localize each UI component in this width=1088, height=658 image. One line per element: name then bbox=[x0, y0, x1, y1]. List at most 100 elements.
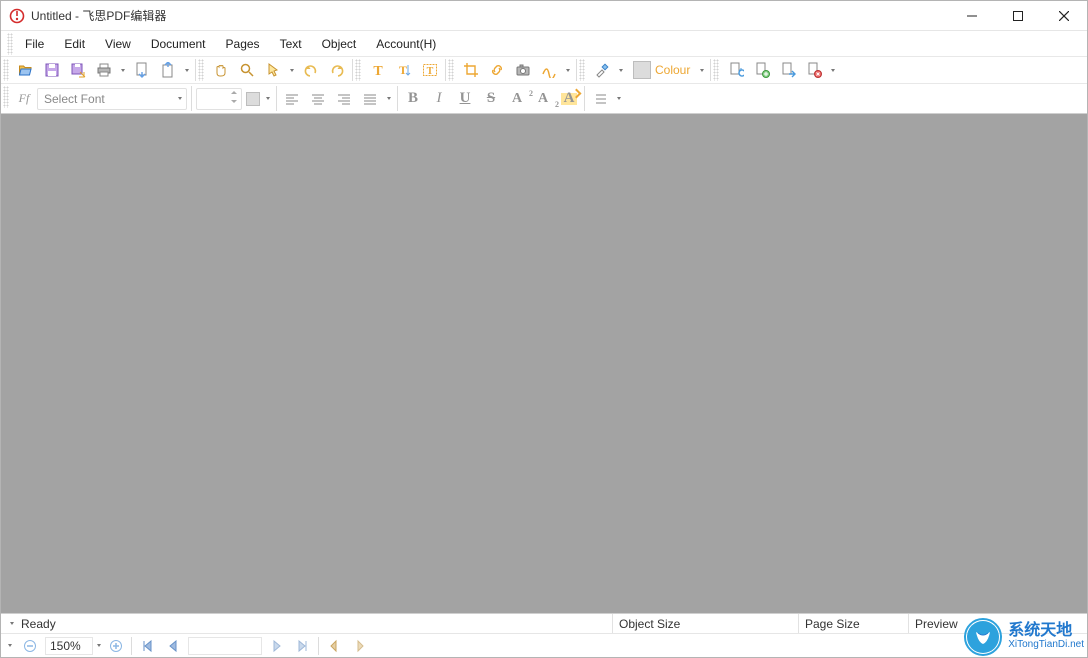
font-selector[interactable]: Select Font bbox=[37, 88, 187, 110]
zoom-in-icon[interactable] bbox=[105, 635, 127, 657]
toolbar5-grip[interactable] bbox=[579, 59, 585, 81]
text-tool-icon[interactable]: T bbox=[367, 59, 389, 81]
svg-text:T: T bbox=[427, 66, 434, 77]
menu-pages[interactable]: Pages bbox=[216, 33, 270, 55]
align-center-icon[interactable] bbox=[307, 88, 329, 110]
eyedropper-dropdown[interactable] bbox=[617, 59, 625, 81]
menu-document[interactable]: Document bbox=[141, 33, 216, 55]
font-color-dropdown[interactable] bbox=[264, 88, 272, 110]
underline-button[interactable]: U bbox=[454, 88, 476, 110]
zoom-icon[interactable] bbox=[236, 59, 258, 81]
crop-icon[interactable] bbox=[460, 59, 482, 81]
align-right-icon[interactable] bbox=[333, 88, 355, 110]
colour-dropdown[interactable] bbox=[698, 59, 706, 81]
document-area[interactable] bbox=[1, 114, 1087, 613]
font-face-icon: Ff bbox=[15, 88, 33, 110]
toolbar1-grip[interactable] bbox=[3, 59, 9, 81]
font-section: Ff Select Font bbox=[11, 86, 192, 111]
spacing-section bbox=[585, 86, 627, 111]
chevron-down-icon bbox=[178, 97, 182, 100]
print-dropdown[interactable] bbox=[119, 59, 127, 81]
zoom-dropdown[interactable] bbox=[97, 644, 101, 647]
zoom-out-icon[interactable] bbox=[19, 635, 41, 657]
colour-label: Colour bbox=[655, 63, 690, 77]
prev-view-icon[interactable] bbox=[323, 635, 345, 657]
minimize-button[interactable] bbox=[949, 1, 995, 31]
align-dropdown[interactable] bbox=[385, 88, 393, 110]
strikethrough-button[interactable]: S bbox=[480, 88, 502, 110]
toolbar6-grip[interactable] bbox=[713, 59, 719, 81]
open-icon[interactable] bbox=[15, 59, 37, 81]
page-delete-icon[interactable] bbox=[803, 59, 825, 81]
toolbar3-grip[interactable] bbox=[355, 59, 361, 81]
italic-button[interactable]: I bbox=[428, 88, 450, 110]
main-toolbar-row: T T T Colour bbox=[1, 57, 1087, 84]
prev-page-icon[interactable] bbox=[162, 635, 184, 657]
redo-icon[interactable] bbox=[326, 59, 348, 81]
maximize-button[interactable] bbox=[995, 1, 1041, 31]
text-box-icon[interactable]: T bbox=[419, 59, 441, 81]
line-spacing-icon[interactable] bbox=[589, 88, 611, 110]
align-justify-icon[interactable] bbox=[359, 88, 381, 110]
first-page-icon[interactable] bbox=[136, 635, 158, 657]
menu-text[interactable]: Text bbox=[270, 33, 312, 55]
menu-file[interactable]: File bbox=[15, 33, 54, 55]
font-color-swatch-icon[interactable] bbox=[246, 92, 260, 106]
status-ready: Ready bbox=[21, 617, 56, 631]
nav-bar: 150% 系统天地 XiTongTianDi.net bbox=[1, 633, 1087, 657]
spinner-icon bbox=[229, 89, 239, 108]
nav-expand-icon[interactable] bbox=[5, 644, 15, 647]
save-as-icon[interactable] bbox=[67, 59, 89, 81]
next-view-icon[interactable] bbox=[349, 635, 371, 657]
path-icon[interactable] bbox=[538, 59, 560, 81]
print-icon[interactable] bbox=[93, 59, 115, 81]
menu-object[interactable]: Object bbox=[312, 33, 367, 55]
font-placeholder: Select Font bbox=[44, 92, 105, 106]
eyedropper-icon[interactable] bbox=[591, 59, 613, 81]
page-add-icon[interactable] bbox=[751, 59, 773, 81]
watermark-en: XiTongTianDi.net bbox=[1008, 640, 1084, 651]
font-size-selector[interactable] bbox=[196, 88, 242, 110]
superscript-button[interactable]: A2 bbox=[506, 88, 528, 110]
colour-button[interactable]: Colour bbox=[629, 59, 694, 81]
page-field[interactable] bbox=[188, 637, 262, 655]
hand-icon[interactable] bbox=[210, 59, 232, 81]
undo-icon[interactable] bbox=[300, 59, 322, 81]
status-bar: Ready Object Size Page Size Preview bbox=[1, 613, 1087, 633]
object-dropdown[interactable] bbox=[564, 59, 572, 81]
zoom-field[interactable]: 150% bbox=[45, 637, 93, 655]
pointer-dropdown[interactable] bbox=[288, 59, 296, 81]
toolbar2-grip[interactable] bbox=[198, 59, 204, 81]
object-group bbox=[456, 59, 577, 81]
status-page-size: Page Size bbox=[805, 617, 860, 631]
pointer-icon[interactable] bbox=[262, 59, 284, 81]
menubar-grip[interactable] bbox=[7, 33, 13, 55]
export-page-icon[interactable] bbox=[157, 59, 179, 81]
align-left-icon[interactable] bbox=[281, 88, 303, 110]
close-button[interactable] bbox=[1041, 1, 1087, 31]
page-refresh-icon[interactable] bbox=[725, 59, 747, 81]
vertical-text-icon[interactable]: T bbox=[393, 59, 415, 81]
status-object-size: Object Size bbox=[619, 617, 680, 631]
colour-group: Colour bbox=[587, 59, 711, 81]
last-page-icon[interactable] bbox=[292, 635, 314, 657]
page-export-icon[interactable] bbox=[777, 59, 799, 81]
menu-edit[interactable]: Edit bbox=[54, 33, 95, 55]
bold-button[interactable]: B bbox=[402, 88, 424, 110]
spacing-dropdown[interactable] bbox=[615, 88, 623, 110]
link-icon[interactable] bbox=[486, 59, 508, 81]
font-grip[interactable] bbox=[3, 86, 9, 108]
save-icon[interactable] bbox=[41, 59, 63, 81]
menu-view[interactable]: View bbox=[95, 33, 141, 55]
size-section bbox=[192, 86, 277, 111]
page-dropdown[interactable] bbox=[183, 59, 191, 81]
status-expand-icon[interactable] bbox=[7, 622, 17, 625]
highlight-button[interactable]: A bbox=[558, 88, 580, 110]
next-page-icon[interactable] bbox=[266, 635, 288, 657]
import-page-icon[interactable] bbox=[131, 59, 153, 81]
menu-account[interactable]: Account(H) bbox=[366, 33, 446, 55]
subscript-button[interactable]: A2 bbox=[532, 88, 554, 110]
page-group-dropdown[interactable] bbox=[829, 59, 837, 81]
toolbar4-grip[interactable] bbox=[448, 59, 454, 81]
camera-icon[interactable] bbox=[512, 59, 534, 81]
